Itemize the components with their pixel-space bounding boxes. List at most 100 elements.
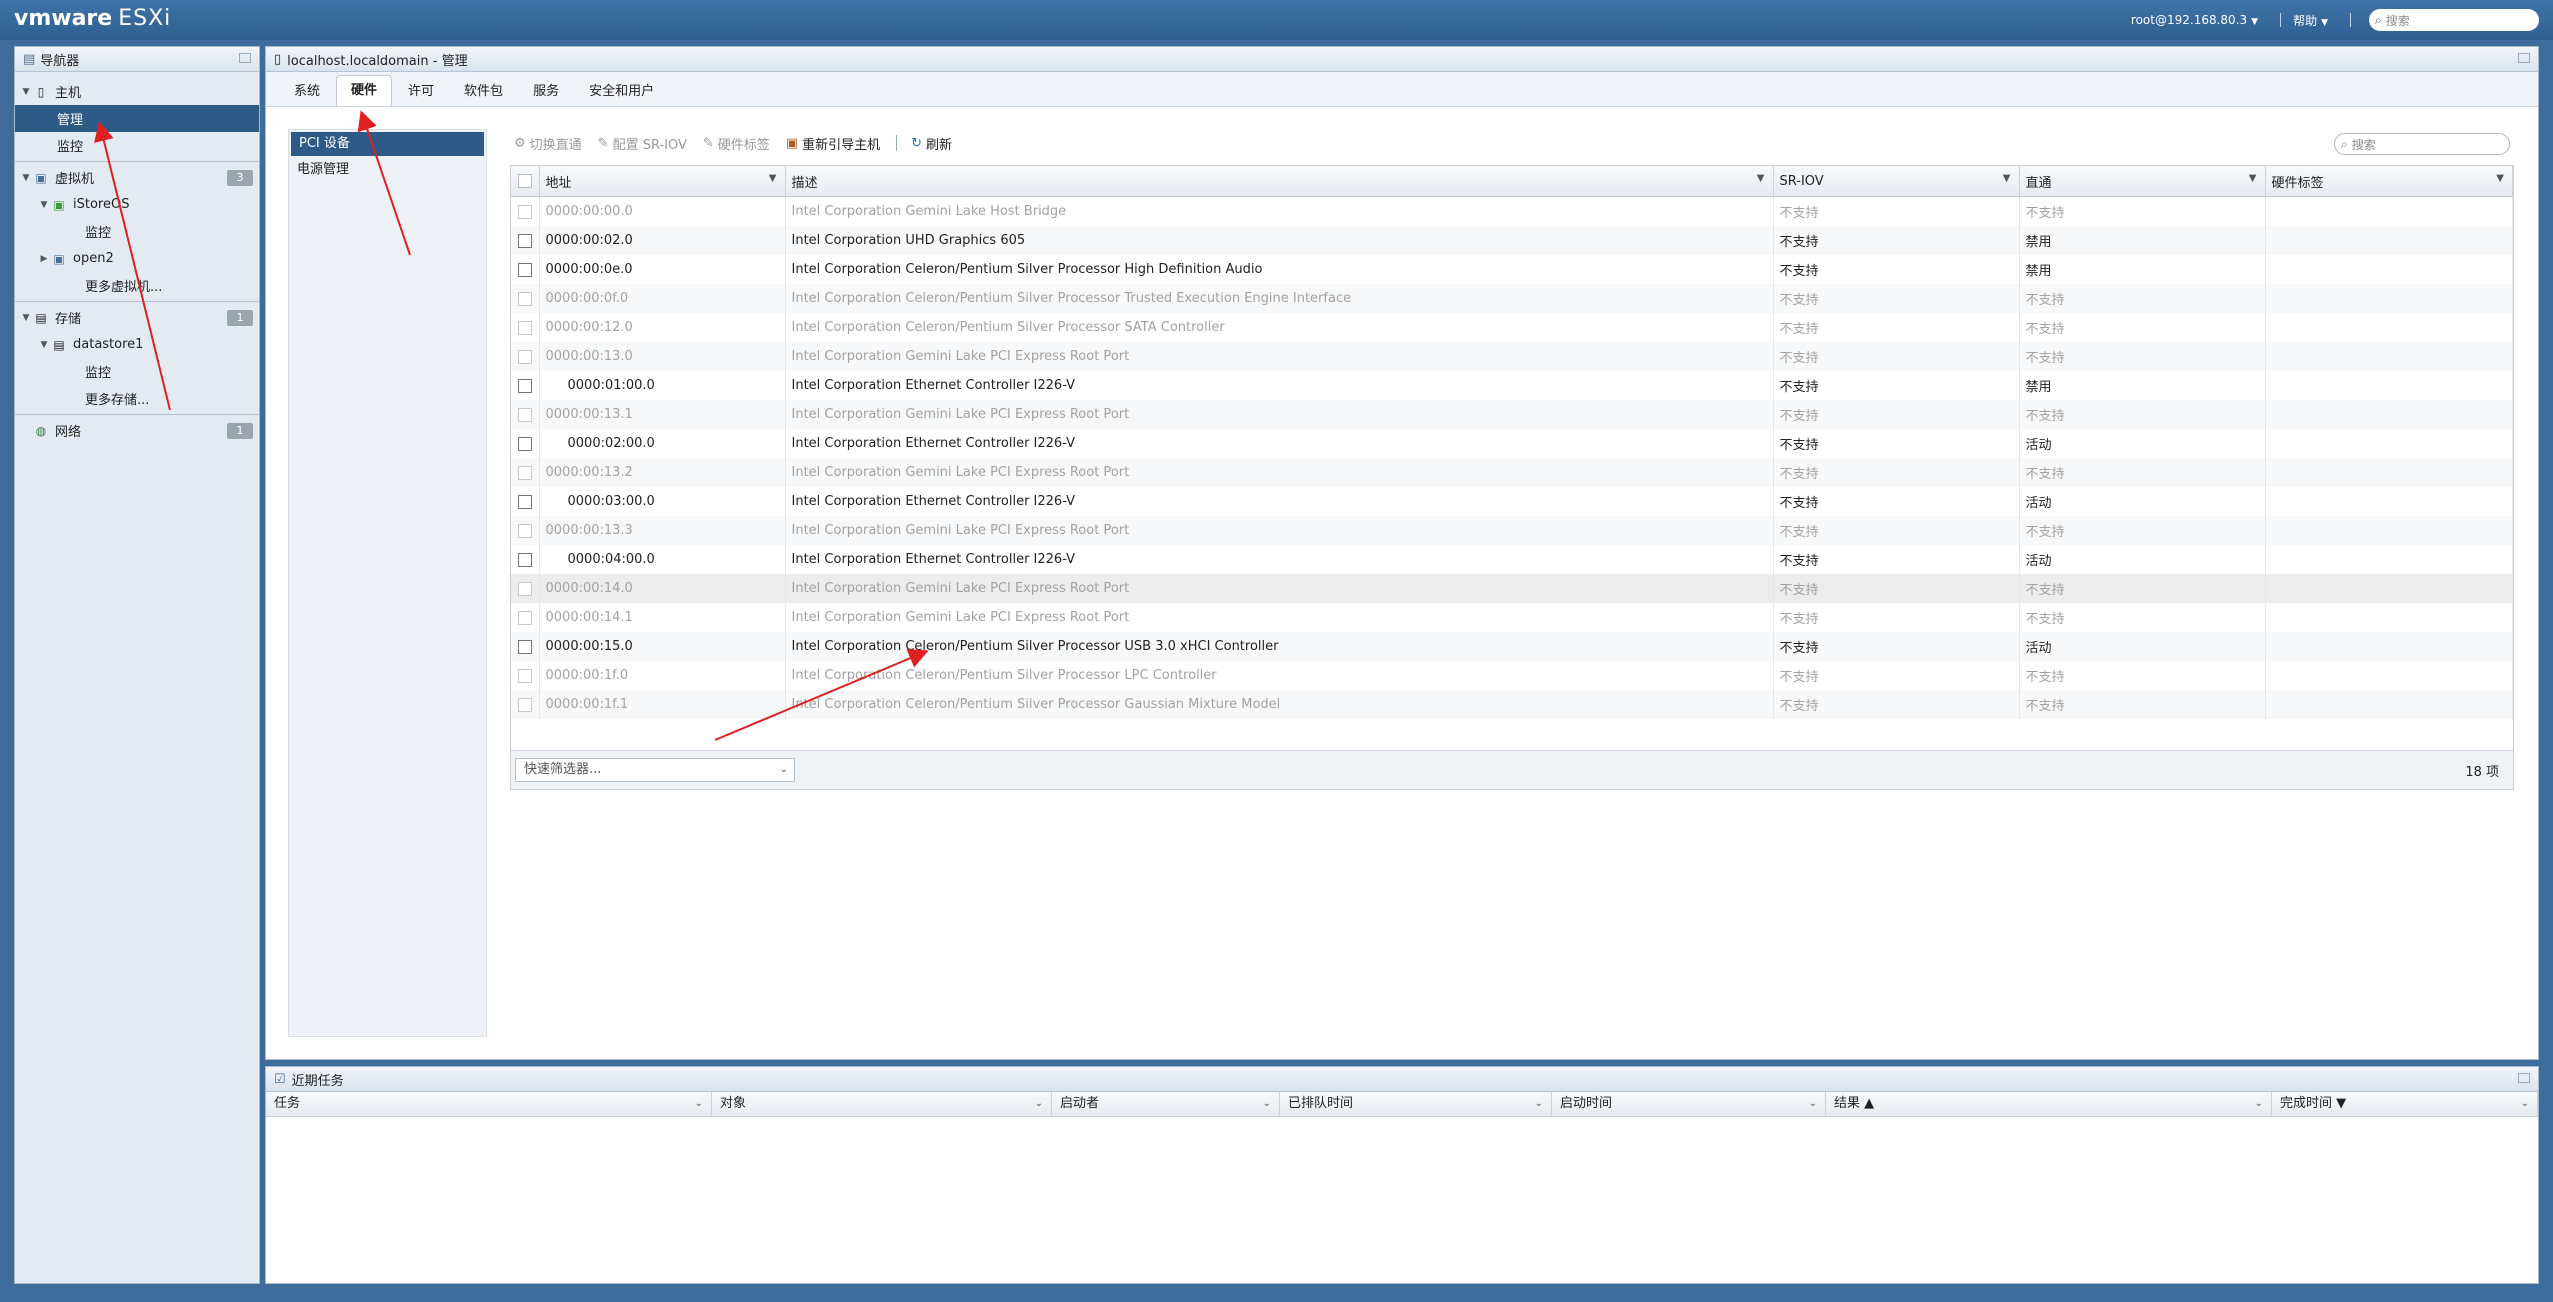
checkbox[interactable] xyxy=(518,262,532,277)
table-row[interactable]: 0000:01:00.0 Intel Corporation Ethernet C… xyxy=(511,371,2513,400)
expand-icon[interactable]: ▼ xyxy=(19,87,33,97)
chevron-down-icon[interactable]: ▼ xyxy=(2496,173,2504,184)
table-row[interactable]: 0000:00:1f.1 Intel Corporation Celeron/Pe… xyxy=(511,690,2513,719)
tasks-col-task[interactable]: 任务 ⌄ xyxy=(266,1092,712,1116)
toggle-passthrough-button[interactable]: ⚙ 切换直通 xyxy=(514,134,582,153)
checkbox[interactable] xyxy=(518,320,532,335)
row-checkbox[interactable] xyxy=(511,429,540,458)
tree-item-storage[interactable]: ▼ ▤ 存储 1 xyxy=(15,304,259,331)
expand-icon[interactable]: ▼ xyxy=(19,173,33,183)
chevron-down-icon[interactable]: ▼ xyxy=(1757,173,1765,184)
reboot-host-button[interactable]: ▣ 重新引导主机 xyxy=(786,134,880,153)
checkbox[interactable] xyxy=(518,407,532,422)
checkbox[interactable] xyxy=(518,581,532,596)
table-row[interactable]: 0000:00:13.1 Intel Corporation Gemini Lak… xyxy=(511,400,2513,429)
tab-licensing[interactable]: 许可 xyxy=(394,78,448,106)
table-row[interactable]: 0000:04:00.0 Intel Corporation Ethernet C… xyxy=(511,545,2513,574)
subnav-power-management[interactable]: 电源管理 xyxy=(289,158,486,182)
table-row[interactable]: 0000:02:00.0 Intel Corporation Ethernet C… xyxy=(511,429,2513,458)
tree-item-manage[interactable]: 管理 xyxy=(15,105,259,132)
row-checkbox[interactable] xyxy=(511,545,540,574)
table-row[interactable]: 0000:00:14.0 Intel Corporation Gemini Lak… xyxy=(511,574,2513,603)
collapse-icon[interactable] xyxy=(239,53,251,63)
row-checkbox[interactable] xyxy=(511,371,540,400)
tasks-col-result[interactable]: 结果 ▲ ⌄ xyxy=(1826,1092,2272,1116)
tree-item-open2[interactable]: ▶ ▣ open2 xyxy=(15,245,259,272)
tasks-col-queued[interactable]: 已排队时间 ⌄ xyxy=(1280,1092,1552,1116)
row-checkbox[interactable] xyxy=(511,632,540,661)
tree-item-network[interactable]: ◍ 网络 1 xyxy=(15,417,259,444)
row-checkbox[interactable] xyxy=(511,458,540,487)
row-checkbox[interactable] xyxy=(511,690,540,719)
table-row[interactable]: 0000:00:12.0 Intel Corporation Celeron/Pe… xyxy=(511,313,2513,342)
subnav-pci-devices[interactable]: PCI 设备 xyxy=(291,132,484,156)
tree-item-more-vms[interactable]: 更多虚拟机... xyxy=(15,272,259,299)
checkbox[interactable] xyxy=(518,523,532,538)
table-row[interactable]: 0000:00:0e.0 Intel Corporation Celeron/Pe… xyxy=(511,255,2513,284)
row-checkbox[interactable] xyxy=(511,313,540,342)
collapse-icon[interactable] xyxy=(2518,53,2530,63)
column-header-passthrough[interactable]: 直通 ▼ xyxy=(2019,166,2266,197)
column-header-description[interactable]: 描述 ▼ xyxy=(785,166,1774,197)
tree-item-datastore-monitor[interactable]: 监控 xyxy=(15,358,259,385)
expand-icon[interactable]: ▼ xyxy=(37,340,51,350)
row-checkbox[interactable] xyxy=(511,603,540,632)
expand-icon[interactable]: ▼ xyxy=(37,200,51,210)
table-row[interactable]: 0000:03:00.0 Intel Corporation Ethernet C… xyxy=(511,487,2513,516)
tree-item-datastore1[interactable]: ▼ ▤ datastore1 xyxy=(15,331,259,358)
checkbox[interactable] xyxy=(518,465,532,480)
table-row[interactable]: 0000:00:02.0 Intel Corporation UHD Graphi… xyxy=(511,226,2513,255)
checkbox[interactable] xyxy=(518,639,532,654)
tree-item-host[interactable]: ▼ ▯ 主机 xyxy=(15,78,259,105)
row-checkbox[interactable] xyxy=(511,400,540,429)
checkbox[interactable] xyxy=(518,610,532,625)
checkbox[interactable] xyxy=(518,697,532,712)
checkbox[interactable] xyxy=(518,349,532,364)
tab-security-users[interactable]: 安全和用户 xyxy=(575,78,668,106)
row-checkbox[interactable] xyxy=(511,342,540,371)
table-row[interactable]: 0000:00:13.3 Intel Corporation Gemini Lak… xyxy=(511,516,2513,545)
tab-hardware[interactable]: 硬件 xyxy=(336,75,393,106)
select-all-checkbox[interactable] xyxy=(511,166,540,197)
checkbox[interactable] xyxy=(518,204,532,219)
table-row[interactable]: 0000:00:14.1 Intel Corporation Gemini Lak… xyxy=(511,603,2513,632)
user-menu[interactable]: root@192.168.80.3 ▼ xyxy=(2131,13,2258,27)
row-checkbox[interactable] xyxy=(511,226,540,255)
checkbox[interactable] xyxy=(518,436,532,451)
checkbox[interactable] xyxy=(518,378,532,393)
quick-filter-select[interactable]: 快速筛选器... ⌄ xyxy=(515,758,795,782)
tree-item-host-monitor[interactable]: 监控 xyxy=(15,132,259,159)
tree-item-vms[interactable]: ▼ ▣ 虚拟机 3 xyxy=(15,164,259,191)
row-checkbox[interactable] xyxy=(511,516,540,545)
chevron-down-icon[interactable]: ▼ xyxy=(769,173,777,184)
help-menu[interactable]: 帮助 ▼ xyxy=(2293,12,2328,29)
tasks-col-completed[interactable]: 完成时间 ▼ ⌄ xyxy=(2272,1092,2538,1116)
tab-system[interactable]: 系统 xyxy=(280,78,334,106)
configure-sriov-button[interactable]: ✎ 配置 SR-IOV xyxy=(598,134,687,153)
column-header-address[interactable]: 地址 ▼ xyxy=(539,166,786,197)
collapse-icon[interactable] xyxy=(2518,1073,2530,1083)
tree-item-istoreos-monitor[interactable]: 监控 xyxy=(15,218,259,245)
table-row[interactable]: 0000:00:15.0 Intel Corporation Celeron/Pe… xyxy=(511,632,2513,661)
table-search-input[interactable]: ⌕ 搜索 xyxy=(2334,133,2510,155)
row-checkbox[interactable] xyxy=(511,661,540,690)
row-checkbox[interactable] xyxy=(511,574,540,603)
column-header-hardware-label[interactable]: 硬件标签 ▼ xyxy=(2265,166,2513,197)
tree-item-more-storage[interactable]: 更多存储... xyxy=(15,385,259,412)
tree-item-istoreos[interactable]: ▼ ▣ iStoreOS xyxy=(15,191,259,218)
column-header-sriov[interactable]: SR-IOV ▼ xyxy=(1773,166,2020,197)
row-checkbox[interactable] xyxy=(511,284,540,313)
hardware-label-button[interactable]: ✎ 硬件标签 xyxy=(703,134,770,153)
tab-services[interactable]: 服务 xyxy=(519,78,573,106)
row-checkbox[interactable] xyxy=(511,255,540,284)
checkbox[interactable] xyxy=(518,233,532,248)
table-row[interactable]: 0000:00:00.0 Intel Corporation Gemini Lak… xyxy=(511,196,2513,226)
checkbox[interactable] xyxy=(518,668,532,683)
row-checkbox[interactable] xyxy=(511,196,540,226)
tab-packages[interactable]: 软件包 xyxy=(450,78,517,106)
chevron-down-icon[interactable]: ▼ xyxy=(2249,173,2257,184)
refresh-button[interactable]: ↻ 刷新 xyxy=(911,134,952,153)
table-row[interactable]: 0000:00:1f.0 Intel Corporation Celeron/Pe… xyxy=(511,661,2513,690)
tasks-col-target[interactable]: 对象 ⌄ xyxy=(712,1092,1052,1116)
global-search-input[interactable]: ⌕ 搜索 xyxy=(2369,9,2539,31)
